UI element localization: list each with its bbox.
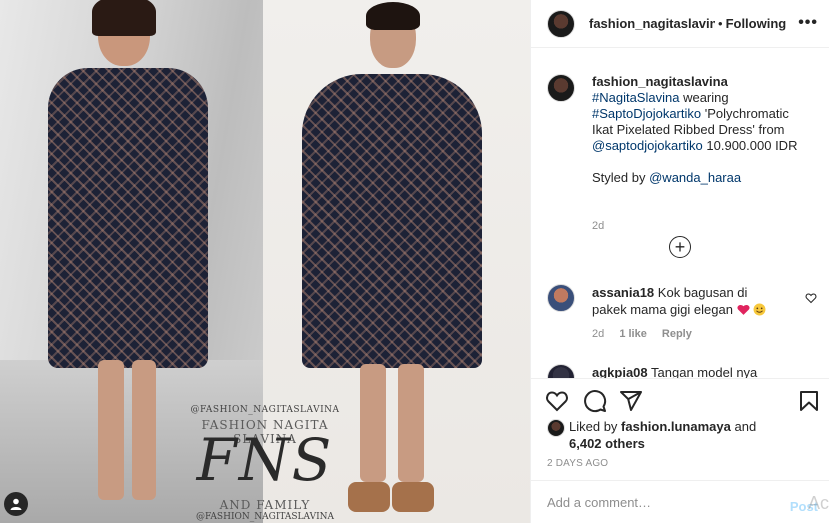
likes-others-button[interactable]: 6,402 others — [569, 436, 645, 451]
caption-avatar[interactable] — [547, 74, 575, 102]
author-avatar[interactable] — [547, 9, 575, 38]
share-icon[interactable] — [619, 389, 643, 413]
bookmark-icon[interactable] — [797, 389, 821, 413]
mention-link[interactable]: @saptodjojokartiko — [592, 138, 703, 153]
following-button[interactable]: Following — [726, 16, 787, 31]
add-comment-bar: Post Act — [531, 480, 829, 523]
mention-link[interactable]: @wanda_haraa — [649, 170, 741, 185]
author-username[interactable]: fashion_nagitaslavina — [589, 16, 715, 31]
post-header: fashion_nagitaslavina • Following ••• — [531, 0, 829, 48]
comment-meta: 2d 1 like Reply — [592, 328, 704, 340]
smiling-face-emoji-icon — [753, 303, 766, 316]
comment-text: assania18 Kok bagusan di pakek mama gigi… — [592, 284, 782, 318]
watermark-handle-top: @FASHION_NAGITASLAVINA — [190, 405, 340, 415]
caption-text: fashion_nagitaslavina #NagitaSlavina wea… — [592, 74, 812, 186]
caption-fragment: wearing — [683, 90, 729, 105]
hashtag-link[interactable]: #NagitaSlavina — [592, 90, 679, 105]
caption-time[interactable]: 2d — [592, 220, 604, 232]
heart-icon[interactable] — [545, 389, 569, 413]
comment-time[interactable]: 2d — [592, 328, 604, 340]
watermark-logo: FNS — [196, 426, 334, 494]
post-date[interactable]: 2 DAYS AGO — [547, 458, 608, 469]
commenter-avatar[interactable] — [547, 284, 575, 312]
commenter-username[interactable]: assania18 — [592, 285, 654, 300]
watermark-subtitle: AND FAMILY — [219, 498, 311, 512]
red-heart-emoji-icon — [736, 304, 750, 315]
comments-section[interactable]: fashion_nagitaslavina #NagitaSlavina wea… — [531, 56, 829, 378]
likes-and: and — [734, 419, 757, 434]
likes-prefix: Liked by — [569, 419, 618, 434]
post-image[interactable]: @FASHION_NAGITASLAVINA FASHION NAGITA SL… — [0, 0, 530, 523]
likes-text: Liked by fashion.lunamaya and 6,402 othe… — [569, 418, 809, 452]
post-sidebar: fashion_nagitaslavina • Following ••• fa… — [530, 0, 829, 523]
comment-like-heart-icon[interactable] — [805, 292, 817, 304]
commenter-avatar[interactable] — [547, 364, 575, 378]
comment-body: Tangan model nya — [651, 365, 758, 378]
caption-fragment: Styled by — [592, 170, 646, 185]
liker-username[interactable]: fashion.lunamaya — [621, 419, 731, 434]
commenter-username[interactable]: agkpia08 — [592, 365, 648, 378]
hashtag-link[interactable]: #SaptoDjojokartiko — [592, 106, 701, 121]
load-more-comments-icon[interactable]: + — [669, 236, 691, 258]
reply-button[interactable]: Reply — [662, 328, 692, 340]
user-icon — [10, 498, 22, 510]
comment-input[interactable] — [547, 494, 767, 510]
post-comment-button[interactable]: Post — [790, 499, 818, 514]
comment-likes[interactable]: 1 like — [619, 328, 647, 340]
more-options-icon[interactable]: ••• — [798, 14, 818, 32]
caption-username[interactable]: fashion_nagitaslavina — [592, 74, 728, 89]
post-actions — [531, 378, 829, 420]
tagged-user-button[interactable] — [4, 492, 28, 516]
watermark-handle-bottom: @FASHION_NAGITASLAVINA — [195, 512, 335, 522]
comment-text: agkpia08 Tangan model nya — [592, 364, 782, 378]
liker-avatar[interactable] — [547, 419, 565, 437]
header-separator: • — [718, 16, 723, 31]
caption-fragment: 10.900.000 IDR — [706, 138, 798, 153]
comment-icon[interactable] — [583, 389, 607, 413]
